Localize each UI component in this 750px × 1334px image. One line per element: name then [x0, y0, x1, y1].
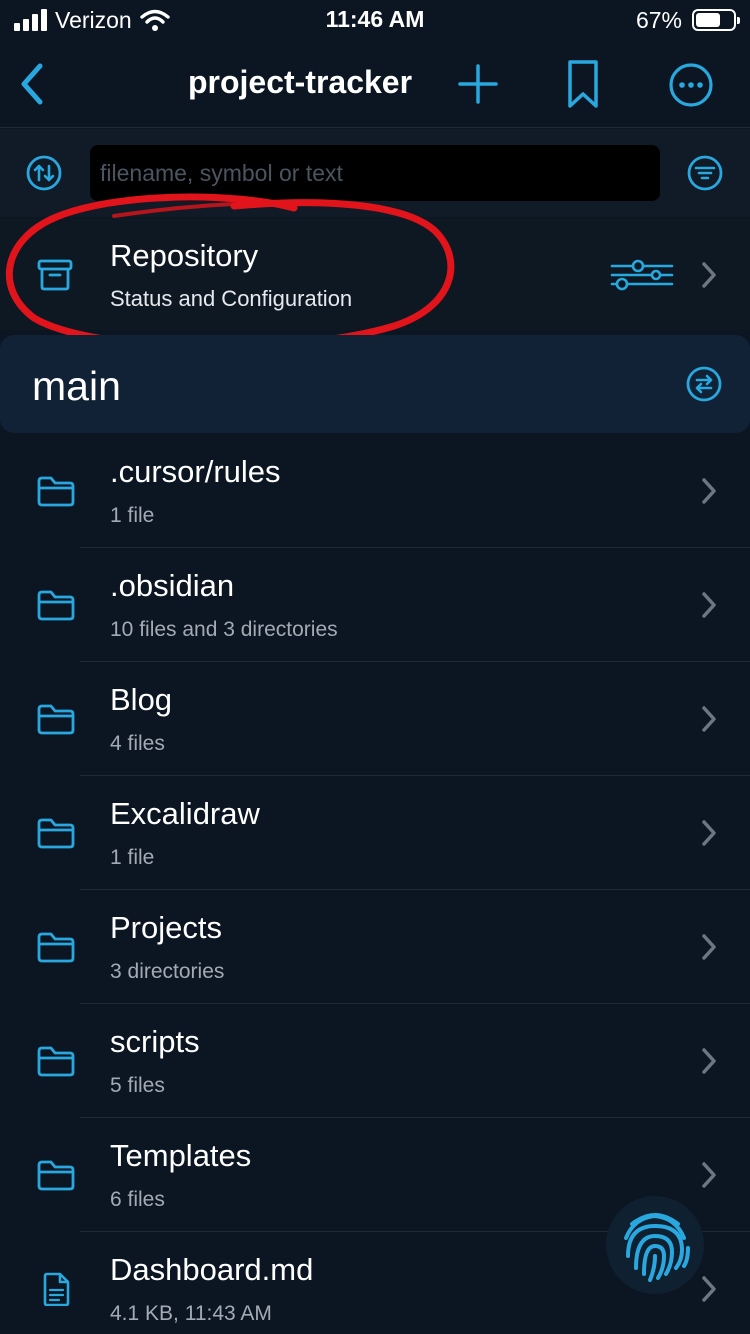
search-bar: [0, 129, 750, 217]
bookmark-icon[interactable]: [563, 58, 603, 110]
search-input[interactable]: [90, 145, 660, 201]
plus-icon[interactable]: [456, 62, 500, 106]
fingerprint-icon: [624, 1213, 690, 1282]
ellipsis-circle-icon[interactable]: [668, 62, 714, 108]
item-meta: 4.1 KB, 11:43 AM: [110, 1302, 272, 1325]
folder-row[interactable]: Blog 4 files: [0, 662, 750, 776]
item-name: Templates: [110, 1138, 252, 1173]
folder-icon: [37, 932, 75, 963]
item-name: Projects: [110, 910, 222, 945]
git-commit-graph-icon: [610, 259, 674, 291]
chevron-right-icon: [702, 1048, 716, 1074]
chevron-left-icon[interactable]: [14, 60, 54, 108]
item-meta: 6 files: [110, 1188, 165, 1211]
folder-row[interactable]: .obsidian 10 files and 3 directories: [0, 548, 750, 662]
chevron-right-icon: [702, 1162, 716, 1188]
chevron-right-icon: [702, 934, 716, 960]
app-screen: Verizon 11:46 AM 67% project-tracker fil…: [0, 0, 750, 1334]
repository-title: Repository: [110, 238, 259, 273]
folder-icon: [37, 1046, 75, 1077]
folder-icon: [37, 590, 75, 621]
page-title: project-tracker: [187, 64, 413, 100]
folder-icon: [37, 704, 75, 735]
item-meta: 3 directories: [110, 960, 225, 983]
item-meta: 4 files: [110, 732, 165, 755]
item-meta: 5 files: [110, 1074, 165, 1097]
branch-name: main: [32, 363, 121, 409]
folder-icon: [37, 476, 75, 507]
battery-fill: [696, 13, 721, 27]
chevron-right-icon: [702, 478, 716, 504]
item-name: .cursor/rules: [110, 454, 281, 489]
chevron-right-icon: [702, 706, 716, 732]
folder-row[interactable]: .cursor/rules 1 file: [0, 434, 750, 548]
repository-row[interactable]: Repository Status and Configuration: [0, 218, 750, 330]
folder-row[interactable]: Excalidraw 1 file: [0, 776, 750, 890]
branch-row[interactable]: main: [0, 335, 750, 433]
item-name: .obsidian: [110, 568, 235, 603]
switch-branch-icon[interactable]: [686, 366, 722, 402]
item-name: Blog: [110, 682, 173, 717]
sort-arrows-icon[interactable]: [26, 155, 62, 191]
folder-icon: [37, 818, 75, 849]
filter-icon[interactable]: [687, 155, 723, 191]
chevron-right-icon: [702, 592, 716, 618]
navigation-bar: project-tracker: [0, 40, 750, 128]
chevron-right-icon: [702, 262, 716, 288]
item-name: Excalidraw: [110, 796, 260, 831]
folder-icon: [37, 1160, 75, 1191]
fingerprint-button[interactable]: [606, 1196, 704, 1294]
item-meta: 10 files and 3 directories: [110, 618, 338, 641]
chevron-right-icon: [702, 1276, 716, 1302]
folder-row[interactable]: Projects 3 directories: [0, 890, 750, 1004]
item-meta: 1 file: [110, 846, 155, 869]
item-name: Dashboard.md: [110, 1252, 314, 1287]
status-right: 67%: [635, 6, 740, 34]
folder-row[interactable]: scripts 5 files: [0, 1004, 750, 1118]
battery-icon: [692, 9, 740, 31]
archive-box-icon: [37, 259, 73, 291]
status-bar: Verizon 11:46 AM 67%: [0, 0, 750, 40]
chevron-right-icon: [702, 820, 716, 846]
document-icon: [43, 1272, 70, 1306]
battery-percent: 67%: [635, 6, 682, 33]
repository-subtitle: Status and Configuration: [110, 286, 353, 311]
item-name: scripts: [110, 1024, 200, 1059]
item-meta: 1 file: [110, 504, 155, 527]
